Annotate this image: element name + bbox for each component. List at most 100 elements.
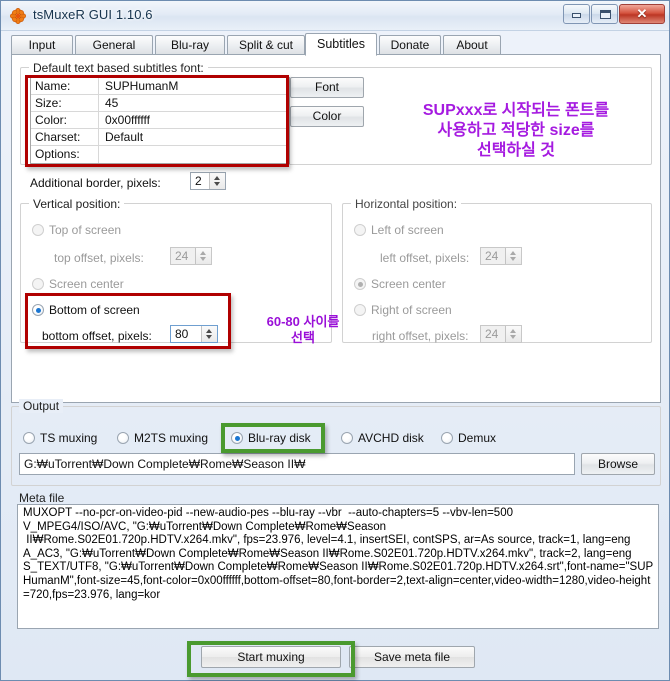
radio-dot-icon	[231, 432, 243, 444]
radio-label: Top of screen	[49, 223, 122, 237]
font-color-value: 0x00ffffff	[105, 113, 150, 127]
top-offset-stepper[interactable]: 24	[170, 247, 212, 265]
font-name-value: SUPHumanM	[105, 79, 179, 93]
tab-split-cut[interactable]: Split & cut	[227, 35, 305, 55]
font-name-key: Name:	[31, 78, 99, 94]
left-offset-stepper[interactable]: 24	[480, 247, 522, 265]
radio-label: TS muxing	[40, 431, 98, 445]
stepper-arrows-icon[interactable]	[195, 248, 211, 264]
font-options-key: Options:	[31, 146, 99, 163]
radio-dot-icon	[117, 432, 129, 444]
radio-m2ts-muxing[interactable]: M2TS muxing	[117, 431, 208, 445]
radio-bottom-of-screen[interactable]: Bottom of screen	[32, 303, 140, 317]
radio-label: M2TS muxing	[134, 431, 209, 445]
output-path-field[interactable]: G:₩uTorrent₩Down Complete₩Rome₩Season II…	[19, 453, 575, 475]
left-offset-value: 24	[485, 249, 499, 263]
stepper-arrows-icon[interactable]	[209, 173, 225, 189]
table-row[interactable]: Options:	[31, 146, 289, 163]
tab-subtitles[interactable]: Subtitles	[305, 33, 377, 56]
title-bar: tsMuxeR GUI 1.10.6 ✕	[1, 1, 669, 31]
stepper-arrows-icon[interactable]	[505, 248, 521, 264]
color-button[interactable]: Color	[290, 106, 364, 127]
left-offset-label: left offset, pixels:	[380, 251, 470, 265]
additional-border-stepper[interactable]: 2	[190, 172, 226, 190]
font-button[interactable]: Font	[290, 77, 364, 98]
radio-label: Bottom of screen	[49, 303, 140, 317]
bottom-offset-value: 80	[175, 327, 189, 341]
radio-demux[interactable]: Demux	[441, 431, 496, 445]
close-icon: ✕	[636, 6, 648, 21]
radio-label: Screen center	[371, 277, 446, 291]
app-window: tsMuxeR GUI 1.10.6 ✕ Input General Blu-r…	[0, 0, 670, 681]
table-row[interactable]: Charset: Default	[31, 129, 289, 146]
right-offset-value: 24	[485, 327, 499, 341]
radio-dot-icon	[23, 432, 35, 444]
window-title: tsMuxeR GUI 1.10.6	[33, 7, 153, 22]
output-group-title: Output	[19, 399, 64, 413]
radio-blu-ray-disk[interactable]: Blu-ray disk	[231, 431, 311, 445]
radio-label: Demux	[458, 431, 497, 445]
meta-file-label: Meta file	[19, 491, 65, 505]
font-charset-key: Charset:	[31, 129, 99, 145]
offset-annotation: 60-80 사이를 선택	[266, 314, 340, 346]
horizontal-position-title: Horizontal position:	[351, 197, 462, 211]
font-properties-table[interactable]: Name: SUPHumanM Size: 45 Color: 0x00ffff…	[30, 77, 290, 164]
radio-dot-icon	[441, 432, 453, 444]
meta-file-text: MUXOPT --no-pcr-on-video-pid --new-audio…	[23, 507, 654, 601]
radio-screen-center-horizontal[interactable]: Screen center	[354, 277, 446, 291]
browse-button[interactable]: Browse	[581, 453, 655, 475]
radio-left-of-screen[interactable]: Left of screen	[354, 223, 444, 237]
vertical-position-title: Vertical position:	[29, 197, 125, 211]
stepper-arrows-icon[interactable]	[505, 326, 521, 342]
table-row[interactable]: Color: 0x00ffffff	[31, 112, 289, 129]
maximize-button[interactable]	[591, 4, 618, 24]
font-charset-value: Default	[105, 130, 144, 144]
stepper-arrows-icon[interactable]	[201, 326, 217, 342]
tab-general[interactable]: General	[75, 35, 153, 55]
radio-screen-center-vertical[interactable]: Screen center	[32, 277, 124, 291]
additional-border-label: Additional border, pixels:	[30, 176, 161, 190]
bottom-offset-label: bottom offset, pixels:	[42, 329, 152, 343]
radio-dot-icon	[354, 224, 366, 236]
font-options-value	[99, 146, 289, 163]
font-color-key: Color:	[31, 112, 99, 128]
radio-dot-icon	[32, 304, 44, 316]
table-row[interactable]: Name: SUPHumanM	[31, 78, 289, 95]
top-offset-value: 24	[175, 249, 189, 263]
radio-label: AVCHD disk	[358, 431, 424, 445]
radio-ts-muxing[interactable]: TS muxing	[23, 431, 97, 445]
footer-bar: Start muxing Save meta file	[1, 641, 670, 671]
radio-dot-icon	[354, 278, 366, 290]
close-button[interactable]: ✕	[619, 4, 665, 24]
minimize-button[interactable]	[563, 4, 590, 24]
radio-avchd-disk[interactable]: AVCHD disk	[341, 431, 424, 445]
top-offset-label: top offset, pixels:	[54, 251, 144, 265]
radio-label: Blu-ray disk	[248, 431, 311, 445]
font-group-title: Default text based subtitles font:	[29, 61, 208, 75]
tab-blu-ray[interactable]: Blu-ray	[155, 35, 225, 55]
tab-input[interactable]: Input	[11, 35, 73, 55]
radio-label: Right of screen	[371, 303, 452, 317]
right-offset-stepper[interactable]: 24	[480, 325, 522, 343]
radio-label: Screen center	[49, 277, 124, 291]
font-annotation: SUPxxx로 시작되는 폰트를 사용하고 적당한 size를 선택하실 것	[422, 102, 610, 159]
tab-donate[interactable]: Donate	[379, 35, 441, 55]
font-size-key: Size:	[31, 95, 99, 111]
radio-top-of-screen[interactable]: Top of screen	[32, 223, 121, 237]
radio-dot-icon	[32, 278, 44, 290]
radio-dot-icon	[341, 432, 353, 444]
right-offset-label: right offset, pixels:	[372, 329, 469, 343]
minimize-icon	[572, 13, 581, 18]
bottom-offset-stepper[interactable]: 80	[170, 325, 218, 343]
save-meta-file-button[interactable]: Save meta file	[349, 646, 475, 668]
meta-file-textarea[interactable]: MUXOPT --no-pcr-on-video-pid --new-audio…	[17, 504, 659, 629]
radio-label: Left of screen	[371, 223, 444, 237]
table-row[interactable]: Size: 45	[31, 95, 289, 112]
font-size-value: 45	[105, 96, 119, 110]
maximize-icon	[600, 10, 611, 19]
tab-bar: Input General Blu-ray Split & cut Subtit…	[11, 33, 661, 56]
tab-about[interactable]: About	[443, 35, 501, 55]
additional-border-value: 2	[195, 174, 202, 188]
radio-dot-icon	[32, 224, 44, 236]
start-muxing-button[interactable]: Start muxing	[201, 646, 341, 668]
